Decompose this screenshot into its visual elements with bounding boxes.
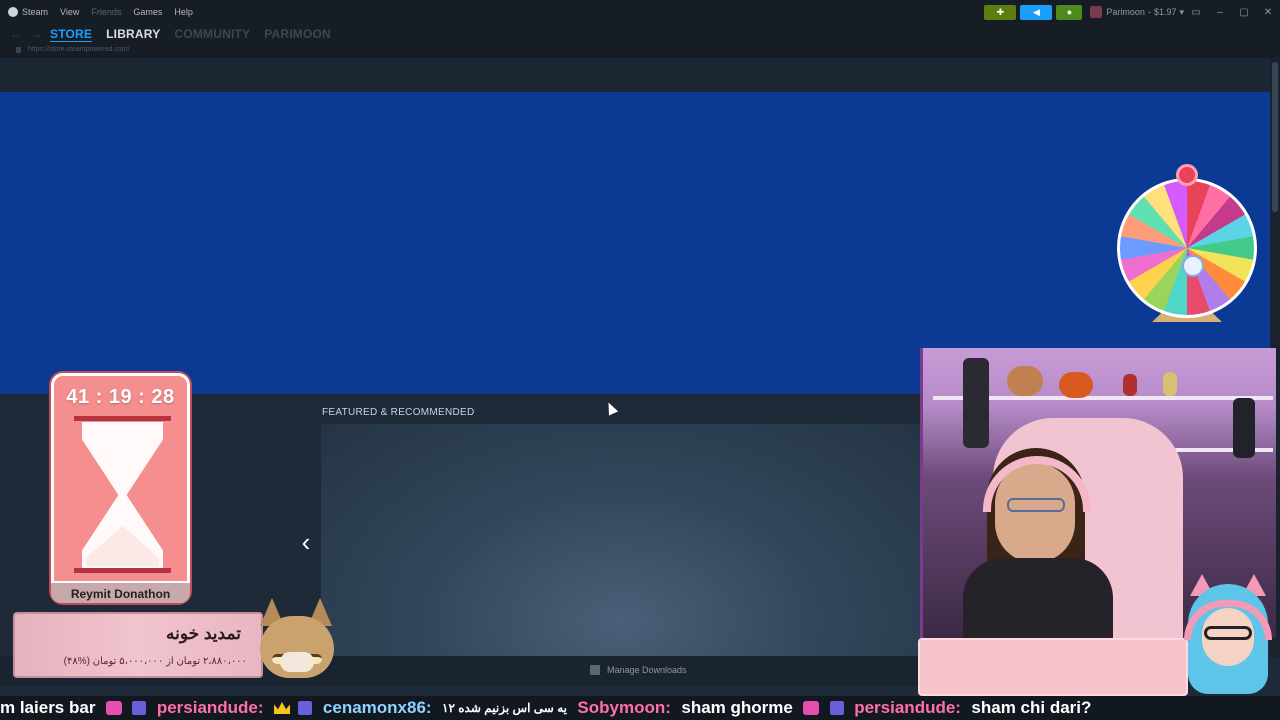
- badge-icon: [298, 701, 313, 715]
- heart-icon: [803, 701, 820, 715]
- chat-ticker: m laiers bar persiandude: cenamonx86: یه…: [0, 696, 1280, 720]
- url-bar: https://store.steampowered.com/: [0, 44, 1280, 58]
- donathon-timer: 41 : 19 : 28 Reymit Donathon: [51, 373, 190, 603]
- chevron-left-icon: ‹: [301, 526, 311, 557]
- steam-menu[interactable]: Steam: [8, 7, 48, 18]
- menu-friends[interactable]: Friends: [91, 7, 121, 17]
- minimize-icon[interactable]: –: [1208, 7, 1232, 18]
- menu-view[interactable]: View: [60, 7, 79, 17]
- close-icon[interactable]: ✕: [1256, 7, 1280, 18]
- megaphone-icon: ◀: [1032, 6, 1040, 17]
- mouse-cursor-icon: [603, 400, 619, 416]
- notifications-button[interactable]: ●: [1056, 4, 1083, 20]
- avatar-character: [1182, 570, 1274, 698]
- manage-downloads-button[interactable]: Manage Downloads: [590, 665, 687, 675]
- download-icon: [590, 665, 600, 675]
- ticker-message: sham ghorme: [681, 698, 793, 717]
- announcements-button[interactable]: ◀: [1020, 4, 1053, 20]
- maximize-icon[interactable]: ▢: [1232, 7, 1256, 18]
- lock-icon: [16, 47, 21, 53]
- big-picture-icon[interactable]: ▭: [1184, 7, 1208, 18]
- wheel-pointer-icon: [1176, 164, 1198, 186]
- person-body: [963, 558, 1113, 638]
- ticker-username: Sobymoon:: [577, 698, 671, 717]
- account-name: Parimoon: [1106, 7, 1145, 17]
- menu-games[interactable]: Games: [133, 7, 162, 17]
- figurine: [1123, 374, 1137, 396]
- tab-profile[interactable]: PARIMOON: [264, 27, 331, 41]
- timer-title: Reymit Donathon: [51, 581, 190, 603]
- ticker-username: persiandude:: [156, 698, 264, 717]
- cat-mascot: [256, 598, 338, 684]
- avatar: [1090, 6, 1103, 18]
- figurine: [1007, 366, 1043, 396]
- store-header: [0, 58, 1270, 92]
- figurine: [1059, 372, 1093, 398]
- wheel-disc: [1117, 178, 1257, 318]
- timer-countdown: 41 : 19 : 28: [66, 386, 175, 408]
- badge-icon: [132, 701, 147, 715]
- url-text[interactable]: https://store.steampowered.com/: [28, 46, 130, 53]
- ticker-username: cenamonx86:: [322, 698, 432, 717]
- account-menu[interactable]: Parimoon - $1.97 ▾: [1090, 6, 1184, 18]
- back-arrow-icon[interactable]: ←: [10, 27, 22, 41]
- steam-nav: ← → STORE LIBRARY COMMUNITY PARIMOON: [0, 24, 1280, 44]
- carousel-prev-button[interactable]: ‹: [291, 506, 321, 578]
- figurine: [1163, 372, 1177, 396]
- badge-icon: [829, 701, 844, 715]
- featured-heading: FEATURED & RECOMMENDED: [322, 407, 475, 418]
- ticker-username: persiandude:: [854, 698, 961, 717]
- heart-icon: [105, 701, 122, 715]
- tab-library[interactable]: LIBRARY: [106, 27, 160, 41]
- goal-title: تمدید خونه: [166, 624, 241, 643]
- tab-store[interactable]: STORE: [50, 27, 92, 41]
- steam-menu-bar: Steam View Friends Games Help ✚ ◀ ● Pari…: [0, 0, 1280, 24]
- figurine: [1233, 398, 1255, 458]
- people-icon: ✚: [996, 6, 1005, 17]
- steam-logo-icon: [8, 7, 18, 18]
- goal-progress: ۲،۸۸۰،۰۰۰ تومان از ۵،۰۰۰،۰۰۰ تومان (%۴۸): [63, 656, 247, 667]
- featured-carousel[interactable]: [321, 424, 921, 656]
- menu-help[interactable]: Help: [174, 7, 193, 17]
- spin-wheel: [1114, 164, 1260, 324]
- hourglass-top: [74, 416, 171, 421]
- ticker-message: m laiers bar: [0, 698, 96, 717]
- bell-icon: ●: [1066, 7, 1073, 17]
- cat-muzzle: [280, 652, 314, 672]
- crown-icon: [274, 702, 291, 714]
- figurine: [963, 358, 989, 448]
- donation-goal: تمدید خونه ۲،۸۸۰،۰۰۰ تومان از ۵،۰۰۰،۰۰۰ …: [13, 612, 263, 678]
- stream-screen: Steam View Friends Games Help ✚ ◀ ● Pari…: [0, 0, 1280, 720]
- ticker-message: یه سی اس بزنیم شده ۱۲: [442, 701, 567, 715]
- wheel-hub: [1182, 255, 1204, 277]
- manage-downloads-label: Manage Downloads: [607, 665, 687, 675]
- forward-arrow-icon[interactable]: →: [30, 27, 42, 41]
- tab-community[interactable]: COMMUNITY: [174, 27, 250, 41]
- wallet-balance: $1.97: [1153, 7, 1177, 17]
- title-bar-right: ✚ ◀ ● Parimoon - $1.97 ▾ ▭ – ▢ ✕: [984, 0, 1280, 24]
- hourglass-bottom: [74, 568, 171, 573]
- cam-banner: [918, 638, 1188, 696]
- scrollbar-thumb[interactable]: [1272, 62, 1278, 212]
- ticker-message: sham chi dari?: [971, 698, 1092, 717]
- glasses: [1007, 498, 1065, 512]
- friends-button[interactable]: ✚: [984, 4, 1017, 20]
